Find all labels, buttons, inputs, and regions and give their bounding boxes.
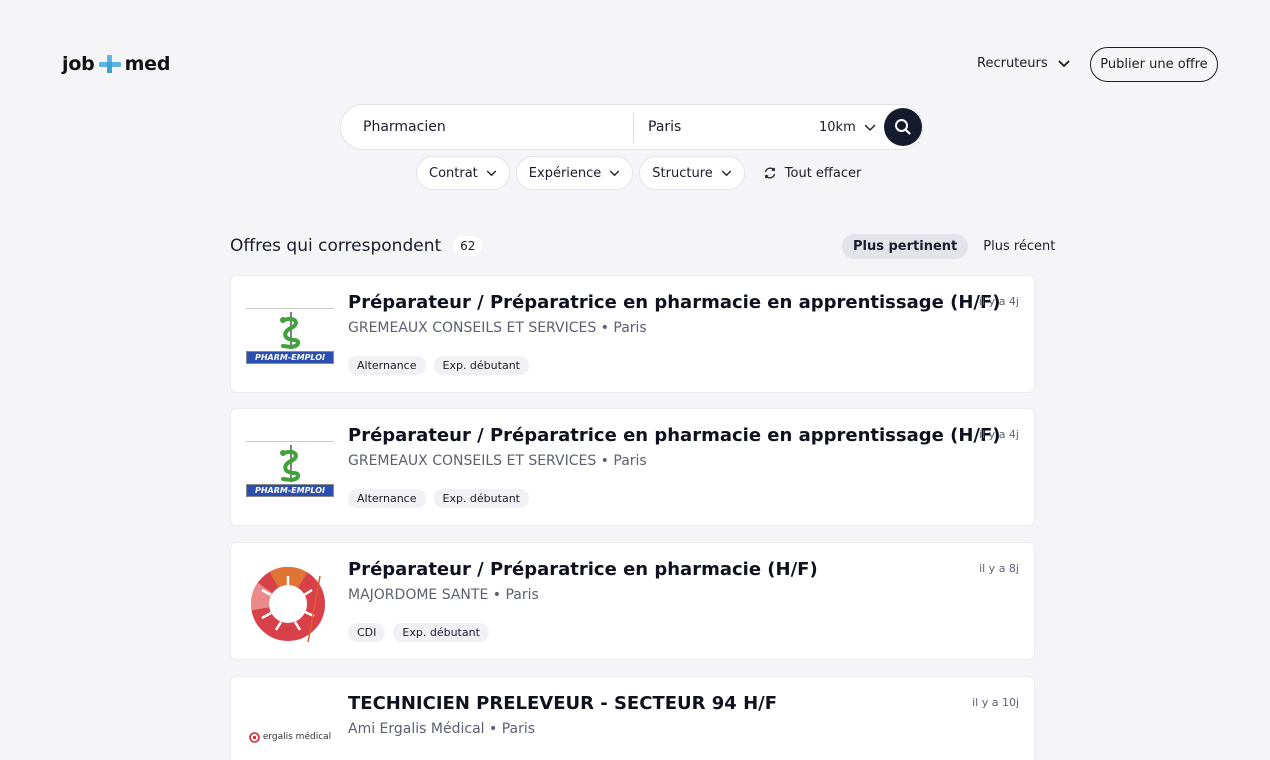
job-company: Ami Ergalis Médical • Paris	[348, 721, 536, 737]
company-logo-text: PHARM-EMPLOI	[246, 351, 334, 364]
company-logo-text: ergalis médical	[262, 732, 332, 742]
chevron-down-icon	[610, 170, 620, 176]
job-title[interactable]: Préparateur / Préparatrice en pharmacie …	[348, 559, 818, 580]
contract-filter-label: Contrat	[429, 165, 478, 181]
chevron-down-icon	[721, 170, 731, 176]
logo-text-left: job	[62, 53, 95, 75]
radius-select[interactable]: 10km	[819, 120, 876, 135]
search-divider	[633, 113, 634, 143]
company-logo: PHARM-EMPLOI	[245, 296, 335, 376]
radius-value: 10km	[819, 120, 856, 135]
snake-logo-icon	[280, 312, 301, 350]
recruiters-menu[interactable]: Recruteurs	[977, 56, 1070, 71]
experience-filter-label: Expérience	[528, 165, 602, 181]
job-card[interactable]: ergalis médical TECHNICIEN PRELEVEUR - S…	[230, 676, 1035, 760]
results-count-badge: 62	[453, 236, 483, 256]
results-title: Offres qui correspondent	[230, 236, 442, 256]
site-logo[interactable]: job med	[62, 53, 170, 75]
job-company: GREMEAUX CONSEILS ET SERVICES • Paris	[348, 320, 647, 336]
job-date: il y a 4j	[979, 295, 1019, 308]
majordome-logo-icon	[251, 567, 325, 643]
results-header: Offres qui correspondent 62	[230, 236, 483, 256]
recruiters-label: Recruteurs	[977, 56, 1048, 71]
job-tags: Alternance Exp. débutant	[348, 489, 529, 508]
ergalis-logo-icon	[249, 731, 260, 743]
company-logo: PHARM-EMPLOI	[245, 429, 335, 509]
structure-filter-label: Structure	[652, 165, 713, 181]
structure-filter[interactable]: Structure	[639, 156, 745, 190]
snake-logo-icon	[280, 445, 301, 483]
sort-recent-option[interactable]: Plus récent	[972, 234, 1066, 259]
job-card[interactable]: PHARM-EMPLOI Préparateur / Préparatrice …	[230, 275, 1035, 393]
job-tags: CDI Exp. débutant	[348, 623, 489, 642]
job-title[interactable]: TECHNICIEN PRELEVEUR - SECTEUR 94 H/F	[348, 693, 777, 714]
job-tag: Exp. débutant	[433, 489, 529, 508]
experience-filter[interactable]: Expérience	[515, 156, 634, 190]
company-logo	[245, 563, 335, 643]
clear-filters-label: Tout effacer	[784, 165, 862, 181]
search-button[interactable]	[884, 108, 922, 146]
job-date: il y a 10j	[972, 696, 1019, 709]
clear-filters-button[interactable]: Tout effacer	[763, 165, 862, 181]
chevron-down-icon	[486, 170, 496, 176]
job-tag: Exp. débutant	[393, 623, 489, 642]
sort-relevant-option[interactable]: Plus pertinent	[842, 234, 969, 259]
location-input[interactable]: Paris	[648, 119, 681, 135]
publish-offer-button[interactable]: Publier une offre	[1090, 47, 1218, 82]
contract-filter[interactable]: Contrat	[416, 156, 510, 190]
job-title[interactable]: Préparateur / Préparatrice en pharmacie …	[348, 425, 1001, 446]
job-tag: Exp. débutant	[433, 356, 529, 375]
search-input[interactable]: Pharmacien	[363, 119, 446, 135]
job-date: il y a 8j	[979, 562, 1019, 575]
filter-row: Contrat Expérience Structure Tout efface…	[416, 156, 861, 190]
job-card[interactable]: Préparateur / Préparatrice en pharmacie …	[230, 542, 1035, 660]
logo-cross-icon	[98, 53, 121, 75]
job-tags: Alternance Exp. débutant	[348, 356, 529, 375]
logo-text-right: med	[124, 53, 171, 75]
search-icon	[895, 119, 911, 135]
search-bar: Pharmacien Paris 10km	[340, 104, 923, 150]
job-title[interactable]: Préparateur / Préparatrice en pharmacie …	[348, 292, 1001, 313]
job-tag: Alternance	[348, 356, 426, 375]
sort-toggle: Plus pertinent Plus récent	[842, 234, 1066, 259]
company-logo: ergalis médical	[245, 697, 335, 760]
job-date: il y a 4j	[979, 428, 1019, 441]
job-tag: CDI	[348, 623, 386, 642]
refresh-icon	[764, 167, 775, 179]
job-card[interactable]: PHARM-EMPLOI Préparateur / Préparatrice …	[230, 408, 1035, 526]
chevron-down-icon	[1058, 60, 1070, 67]
company-logo-text: PHARM-EMPLOI	[246, 484, 334, 497]
job-tag: Alternance	[348, 489, 426, 508]
job-company: MAJORDOME SANTE • Paris	[348, 587, 539, 603]
chevron-down-icon	[864, 124, 875, 131]
job-company: GREMEAUX CONSEILS ET SERVICES • Paris	[348, 453, 647, 469]
